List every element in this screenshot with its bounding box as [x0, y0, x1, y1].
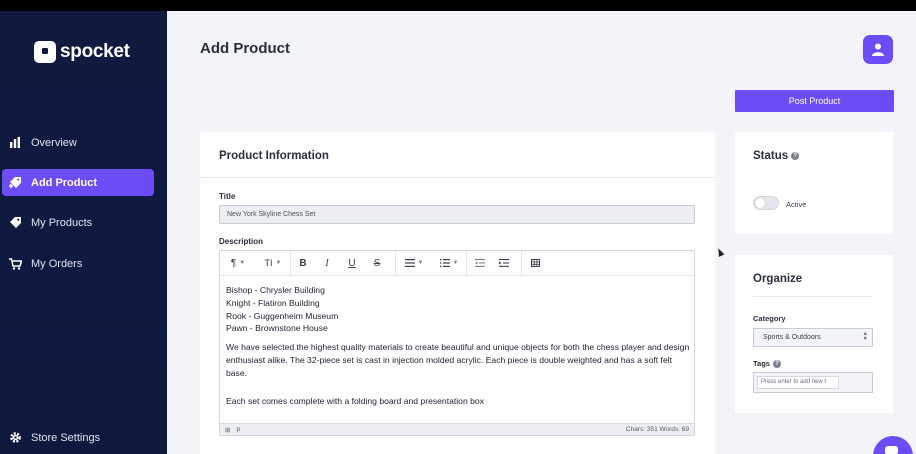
- category-label: Category: [753, 314, 786, 323]
- sidebar-item-label: My Products: [31, 216, 93, 229]
- numbered-list-icon: [439, 259, 450, 267]
- chevron-down-icon: ▼: [239, 260, 246, 266]
- editor-status-bar: ⊞ p Chars: 351 Words: 69: [220, 423, 694, 435]
- active-toggle-label: Active: [786, 200, 807, 209]
- help-icon[interactable]: ?: [791, 151, 800, 160]
- editor-content[interactable]: Bishop - Chrysler Building Knight - Flat…: [226, 284, 690, 407]
- user-menu-button[interactable]: [863, 35, 893, 64]
- status-card: Status? Active: [735, 132, 893, 234]
- description-line: Knight - Flatiron Building: [226, 297, 320, 308]
- top-black-bar: [0, 0, 916, 11]
- tag-plus-icon: [8, 176, 22, 190]
- organize-heading: Organize: [753, 273, 803, 285]
- paragraph-format-button[interactable]: ¶ ▼: [220, 251, 256, 276]
- description-line: Rook - Guggenheim Museum: [226, 310, 339, 321]
- tags-field[interactable]: Press enter to add new t: [753, 372, 873, 393]
- outdent-button[interactable]: [467, 251, 493, 276]
- bullet-list-button[interactable]: ▼: [396, 251, 432, 276]
- indent-button[interactable]: [493, 251, 515, 276]
- gear-icon: [8, 431, 22, 445]
- bar-chart-icon: [8, 136, 22, 150]
- chevron-down-icon: ▼: [452, 260, 459, 266]
- brand-logo[interactable]: spocket: [34, 41, 130, 63]
- bold-button[interactable]: B: [291, 251, 315, 276]
- sidebar: spocket Overview Add Product My Products…: [0, 11, 167, 454]
- description-closing: Each set comes complete with a folding b…: [226, 395, 484, 406]
- divider: [200, 177, 715, 178]
- post-product-button[interactable]: Post Product: [735, 90, 894, 112]
- description-editor[interactable]: ¶ ▼ TI ▼ B I U S ▼ ▼ Bishop - Chrysler B…: [219, 250, 695, 436]
- description-line: Bishop - Chrysler Building: [226, 285, 325, 295]
- editor-toolbar: ¶ ▼ TI ▼ B I U S ▼ ▼: [220, 250, 694, 276]
- user-icon: [872, 43, 884, 56]
- tags-input[interactable]: Press enter to add new t: [757, 376, 839, 389]
- card-heading: Product Information: [219, 150, 329, 162]
- sidebar-item-label: Add Product: [31, 176, 97, 189]
- outdent-icon: [475, 259, 485, 267]
- paragraph-icon: ¶: [230, 257, 237, 269]
- italic-button[interactable]: I: [315, 251, 339, 276]
- text-size-icon: TI: [264, 258, 273, 268]
- chevron-updown-icon: ▲ ▼: [862, 331, 868, 342]
- help-icon[interactable]: ?: [772, 360, 781, 369]
- organize-card: Organize Category Sports & Outdoors ▲ ▼ T…: [735, 255, 893, 413]
- category-value: Sports & Outdoors: [763, 334, 821, 341]
- description-paragraph: We have selected the highest quality mat…: [226, 342, 690, 378]
- description-label: Description: [219, 237, 264, 246]
- page-title: Add Product: [200, 40, 290, 57]
- sidebar-item-label: Overview: [31, 136, 77, 149]
- sidebar-item-label: Store Settings: [31, 431, 101, 444]
- strikethrough-button[interactable]: S: [365, 251, 389, 276]
- status-heading: Status?: [753, 150, 800, 162]
- insert-table-button[interactable]: [522, 251, 548, 276]
- chevron-down-icon: ▼: [417, 260, 424, 266]
- mouse-cursor-icon: [715, 247, 725, 257]
- tags-label: Tags?: [753, 359, 781, 369]
- element-path: p: [236, 426, 241, 433]
- indent-icon: [499, 259, 509, 267]
- underline-button[interactable]: U: [339, 251, 365, 276]
- title-label: Title: [219, 192, 236, 201]
- chat-support-button[interactable]: [873, 436, 913, 454]
- status-heading-text: Status: [753, 150, 789, 162]
- tag-icon: [8, 216, 22, 230]
- sidebar-item-my-orders[interactable]: My Orders: [2, 250, 154, 277]
- active-toggle[interactable]: [753, 196, 779, 210]
- sidebar-item-add-product[interactable]: Add Product: [2, 169, 154, 196]
- cart-icon: [8, 257, 22, 271]
- description-line: Pawn - Brownstone House: [226, 323, 328, 334]
- sidebar-item-overview[interactable]: Overview: [2, 129, 154, 156]
- sidebar-item-label: My Orders: [31, 257, 83, 270]
- brand-name: spocket: [60, 41, 130, 62]
- title-input[interactable]: New York Skyline Chess Set: [219, 205, 695, 224]
- spocket-logo-icon: [34, 41, 56, 63]
- divider: [753, 296, 873, 297]
- grid-icon: ⊞: [225, 426, 231, 434]
- category-select[interactable]: Sports & Outdoors ▲ ▼: [753, 328, 873, 347]
- bullet-list-icon: [404, 259, 415, 267]
- text-size-button[interactable]: TI ▼: [256, 251, 290, 276]
- sidebar-item-store-settings[interactable]: Store Settings: [2, 424, 154, 451]
- product-information-card: Product Information Title New York Skyli…: [200, 132, 715, 454]
- tags-label-text: Tags: [753, 359, 770, 368]
- char-word-count: Chars: 351 Words: 69: [625, 426, 689, 433]
- table-icon: [530, 259, 540, 267]
- sidebar-item-my-products[interactable]: My Products: [2, 209, 154, 236]
- numbered-list-button[interactable]: ▼: [432, 251, 466, 276]
- chevron-down-icon: ▼: [275, 260, 282, 266]
